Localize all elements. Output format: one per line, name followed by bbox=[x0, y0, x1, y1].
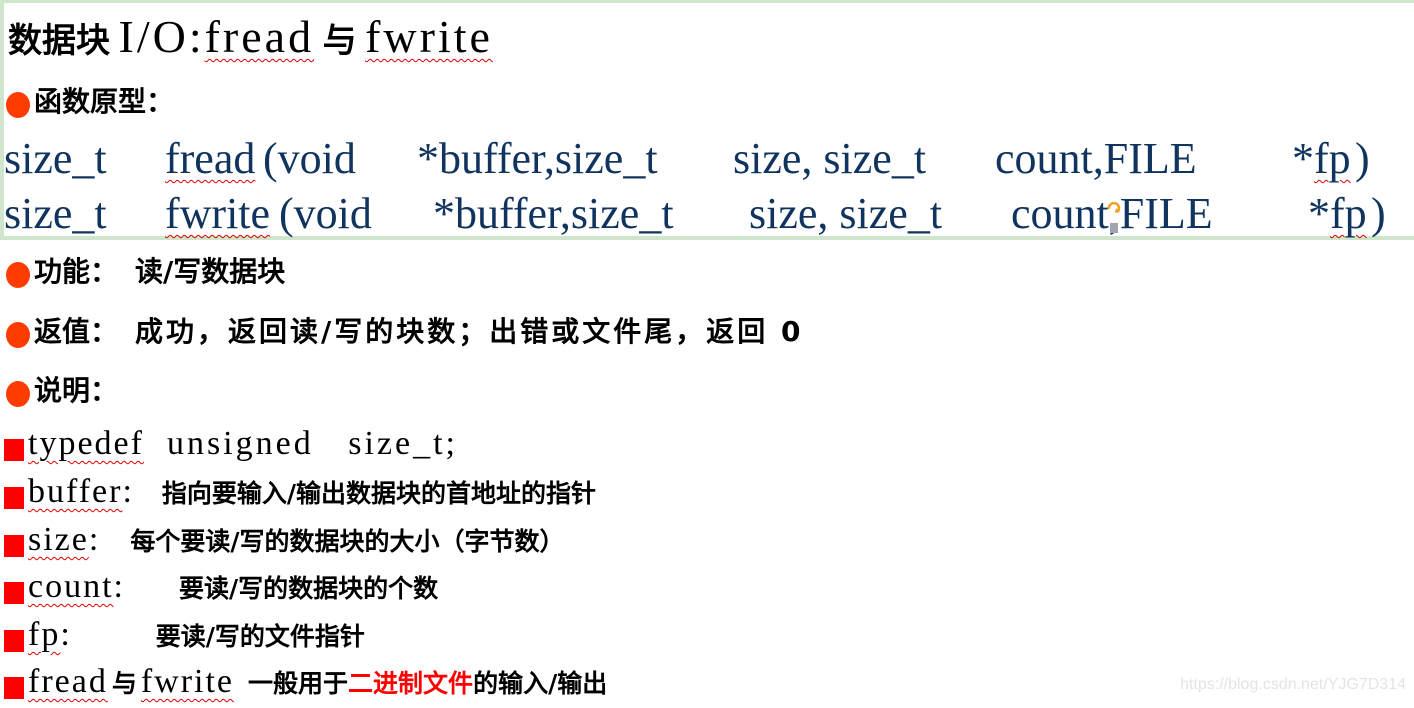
note-conj: 与 bbox=[111, 669, 137, 698]
note-highlight: 二进制文件 bbox=[348, 669, 474, 698]
bullet-square-icon bbox=[4, 535, 24, 558]
title-conj: 与 bbox=[322, 21, 357, 61]
note-text-after: 的输入/输出 bbox=[473, 669, 608, 698]
page-title: 数据块 I/O:fread 与 fwrite bbox=[8, 12, 493, 67]
note-key: typedef bbox=[28, 425, 144, 462]
note-text: 指向要输入/输出数据块的首地址的指针 bbox=[161, 479, 597, 508]
return-label: 返值： bbox=[34, 315, 119, 348]
note-text-before: 一般用于 bbox=[248, 669, 349, 698]
note-size: size: 每个要读/写的数据块的大小（字节数） bbox=[0, 520, 564, 566]
note-fp: fp: 要读/写的文件指针 bbox=[0, 615, 365, 661]
title-io: I/O: bbox=[118, 11, 205, 62]
note-buffer: buffer: 指向要输入/输出数据块的首地址的指针 bbox=[0, 472, 596, 518]
note-typedef: typedef unsigned size_t; bbox=[0, 424, 458, 470]
function-line: 功能： 读/写数据块 bbox=[0, 252, 285, 293]
note-count: count: 要读/写的数据块的个数 bbox=[0, 567, 438, 613]
bullet-dot-icon bbox=[6, 261, 30, 288]
note-key: buffer bbox=[28, 473, 123, 510]
title-fwrite: fwrite bbox=[365, 11, 493, 62]
note-text: 要读/写的数据块的个数 bbox=[179, 574, 439, 603]
bullet-square-icon bbox=[4, 677, 24, 700]
prototype-fread: size_t fread (void *buffer,size_t size, … bbox=[4, 134, 1370, 183]
note-fwrite: fwrite bbox=[140, 663, 235, 700]
return-type: size_t bbox=[4, 189, 107, 238]
return-text: 成功，返回读/写的块数；出错或文件尾，返回 0 bbox=[135, 315, 804, 348]
note-key: count bbox=[28, 568, 114, 605]
note-text: 每个要读/写的数据块的大小（字节数） bbox=[130, 527, 565, 556]
prototype-heading: 函数原型： bbox=[0, 82, 174, 123]
watermark: https://blog.csdn.net/YJG7D314 bbox=[1180, 676, 1406, 693]
return-line: 返值： 成功，返回读/写的块数；出错或文件尾，返回 0 bbox=[0, 312, 803, 353]
notes-heading: 说明： bbox=[0, 371, 118, 412]
bullet-dot-icon bbox=[6, 380, 30, 407]
bullet-dot-icon bbox=[6, 321, 30, 348]
function-name: fwrite bbox=[165, 189, 271, 238]
title-prefix: 数据块 bbox=[8, 21, 110, 61]
prototype-fwrite: size_t fwrite (void *buffer,size_t size,… bbox=[4, 189, 1386, 238]
note-key: size bbox=[28, 521, 89, 558]
function-label: 功能： bbox=[34, 255, 119, 288]
note-text: unsigned size_t; bbox=[143, 425, 458, 462]
note-fread: fread bbox=[28, 663, 108, 700]
bullet-square-icon bbox=[4, 439, 24, 462]
text-cursor-icon bbox=[1107, 201, 1121, 233]
bullet-dot-icon bbox=[6, 91, 30, 118]
bullet-square-icon bbox=[4, 582, 24, 605]
note-text: 要读/写的文件指针 bbox=[155, 622, 365, 651]
note-key: fp bbox=[28, 616, 61, 653]
return-type: size_t bbox=[4, 134, 107, 183]
function-name: fread bbox=[165, 134, 256, 183]
bullet-square-icon bbox=[4, 487, 24, 510]
title-fread: fread bbox=[204, 11, 315, 62]
note-binary: fread 与 fwrite 一般用于二进制文件的输入/输出 bbox=[0, 662, 607, 708]
function-text: 读/写数据块 bbox=[135, 255, 286, 288]
bullet-square-icon bbox=[4, 630, 24, 653]
